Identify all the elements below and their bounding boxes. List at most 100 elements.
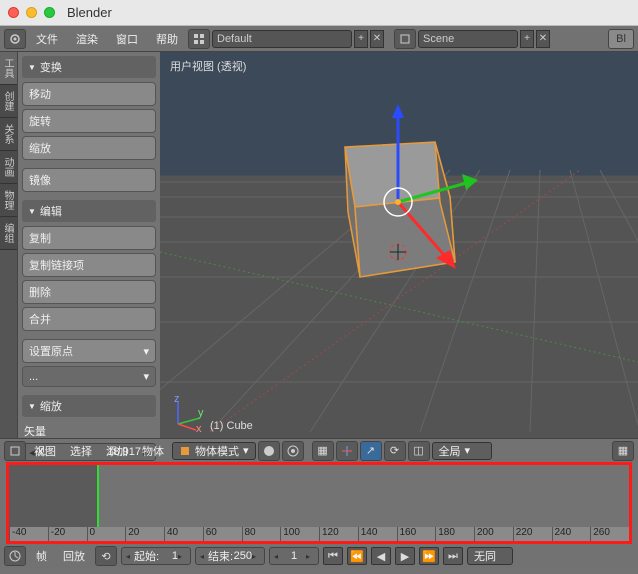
- tool-panels: 变换 移动 旋转 缩放 镜像 编辑 复制 复制链接项 删除 合并 设置原点 ▾ …: [18, 52, 160, 438]
- viewport-status: (1) Cube: [210, 420, 253, 432]
- timeline-highlight: -40 -20 0 20 40 60 80 100 120 140 160 18…: [6, 462, 632, 544]
- menu-file[interactable]: 文件: [28, 31, 66, 47]
- window-controls: [8, 7, 55, 18]
- menu-window[interactable]: 窗口: [108, 31, 146, 47]
- start-frame-field[interactable]: ◂ 起始: 1 ▸: [121, 547, 191, 565]
- scale-manipulator-icon[interactable]: ◫: [408, 441, 430, 461]
- vtab-tools[interactable]: 工具: [0, 52, 17, 85]
- vtab-create[interactable]: 创建: [0, 85, 17, 118]
- tool-shelf: 工具 创建 关系 动画 物理 编组 变换 移动 旋转 缩放 镜像 编辑 复制 复…: [0, 52, 160, 438]
- end-frame-field[interactable]: ◂ 结束: 250 ▸: [195, 547, 265, 565]
- layout-name: Default: [217, 33, 252, 45]
- jump-end-button[interactable]: ⏭: [443, 547, 463, 565]
- duplicate-button[interactable]: 复制: [22, 226, 156, 250]
- scene-selector[interactable]: Scene: [418, 30, 518, 48]
- keyframe-prev-button[interactable]: ⏪: [347, 547, 367, 565]
- timeline-ruler: -40 -20 0 20 40 60 80 100 120 140 160 18…: [9, 527, 629, 541]
- tick: 160: [397, 527, 436, 541]
- current-frame-field[interactable]: ◂ 1 ▸: [269, 547, 319, 565]
- grid: [160, 52, 638, 438]
- layout-add-button[interactable]: +: [354, 30, 368, 48]
- menu-object[interactable]: 物体: [136, 443, 170, 459]
- app-title: Blender: [67, 5, 112, 20]
- playhead[interactable]: [97, 465, 99, 527]
- menu-help[interactable]: 帮助: [148, 31, 186, 47]
- duplicate-linked-button[interactable]: 复制链接项: [22, 253, 156, 277]
- chevron-down-icon: ▾: [243, 444, 249, 457]
- scale-button[interactable]: 缩放: [22, 136, 156, 160]
- maximize-icon[interactable]: [44, 7, 55, 18]
- axis-widget: z y x: [170, 396, 206, 432]
- timeline-negative-range: [9, 465, 97, 527]
- vtab-group[interactable]: 编组: [0, 217, 17, 250]
- menu-add[interactable]: 添加: [100, 443, 134, 459]
- layout-remove-button[interactable]: ✕: [370, 30, 384, 48]
- menu-frame[interactable]: 帧: [30, 548, 53, 564]
- engine-label[interactable]: Bl: [608, 29, 634, 49]
- menu-view[interactable]: 视图: [28, 443, 62, 459]
- vtab-animation[interactable]: 动画: [0, 151, 17, 184]
- scene-browse-icon[interactable]: [394, 29, 416, 49]
- sync-mode-selector[interactable]: 无同: [467, 547, 513, 565]
- timeline[interactable]: -40 -20 0 20 40 60 80 100 120 140 160 18…: [9, 465, 629, 541]
- rotate-manipulator-icon[interactable]: ⟳: [384, 441, 406, 461]
- sync-label: 无同: [474, 548, 496, 564]
- layout-selector[interactable]: Default: [212, 30, 352, 48]
- set-origin-dropdown[interactable]: 设置原点 ▾: [22, 339, 156, 363]
- tick: 80: [242, 527, 281, 541]
- editor-type-3d-icon[interactable]: [4, 441, 26, 461]
- chevron-down-icon: ▾: [465, 444, 471, 457]
- play-reverse-button[interactable]: ◀: [371, 547, 391, 565]
- scene-remove-button[interactable]: ✕: [536, 30, 550, 48]
- viewport-3d[interactable]: 用户视图 (透视) z y x (1) Cube: [160, 52, 638, 438]
- manipulator-toggle-icon[interactable]: [336, 441, 358, 461]
- minimize-icon[interactable]: [26, 7, 37, 18]
- vtab-physics[interactable]: 物理: [0, 184, 17, 217]
- orientation-selector[interactable]: 全局 ▾: [432, 442, 492, 460]
- layout-browse-icon[interactable]: [188, 29, 210, 49]
- current-value: 1: [291, 550, 297, 562]
- rotate-button[interactable]: 旋转: [22, 109, 156, 133]
- editor-type-timeline-icon[interactable]: [4, 546, 26, 566]
- sync-icon[interactable]: ⟲: [95, 546, 117, 566]
- timeline-header: 帧 回放 ⟲ ◂ 起始: 1 ▸ ◂ 结束: 250 ▸ ◂ 1 ▸ ⏮ ⏪ ◀…: [0, 544, 638, 568]
- panel-transform-header[interactable]: 变换: [22, 56, 156, 78]
- decrement-icon[interactable]: ◂: [200, 552, 208, 561]
- chevron-down-icon: ▾: [143, 370, 149, 383]
- keyframe-next-button[interactable]: ⏩: [419, 547, 439, 565]
- increment-icon[interactable]: ▸: [306, 552, 314, 561]
- join-button[interactable]: 合并: [22, 307, 156, 331]
- vtab-relations[interactable]: 关系: [0, 118, 17, 151]
- decrement-icon[interactable]: ◂: [126, 552, 134, 561]
- scene-add-button[interactable]: +: [520, 30, 534, 48]
- delete-button[interactable]: 删除: [22, 280, 156, 304]
- vector-label: 矢量: [22, 421, 156, 443]
- menu-playback[interactable]: 回放: [57, 548, 91, 564]
- chevron-down-icon: ▾: [143, 345, 149, 358]
- shading-solid-icon[interactable]: [258, 441, 280, 461]
- tick: 180: [435, 527, 474, 541]
- mirror-button[interactable]: 镜像: [22, 168, 156, 192]
- translate-manipulator-icon[interactable]: ↗: [360, 441, 382, 461]
- increment-icon[interactable]: ▸: [178, 552, 186, 561]
- decrement-icon[interactable]: ◂: [274, 552, 282, 561]
- tick: -40: [9, 527, 48, 541]
- editor-type-icon[interactable]: [4, 29, 26, 49]
- layers-icon[interactable]: ▦: [312, 441, 334, 461]
- cursor-3d: [390, 244, 406, 260]
- set-origin-label: 设置原点: [29, 343, 73, 359]
- panel-scale-header[interactable]: 缩放: [22, 395, 156, 417]
- increment-icon[interactable]: ▸: [252, 552, 260, 561]
- menu-render[interactable]: 渲染: [68, 31, 106, 47]
- move-button[interactable]: 移动: [22, 82, 156, 106]
- mode-selector[interactable]: 物体模式 ▾: [172, 442, 256, 460]
- menu-select[interactable]: 选择: [64, 443, 98, 459]
- panel-edit-header[interactable]: 编辑: [22, 200, 156, 222]
- tick: 0: [87, 527, 126, 541]
- pivot-icon[interactable]: [282, 441, 304, 461]
- layers-grid-icon[interactable]: ▦: [612, 441, 634, 461]
- jump-start-button[interactable]: ⏮: [323, 547, 343, 565]
- close-icon[interactable]: [8, 7, 19, 18]
- play-button[interactable]: ▶: [395, 547, 415, 565]
- extra-dropdown[interactable]: ... ▾: [22, 366, 156, 387]
